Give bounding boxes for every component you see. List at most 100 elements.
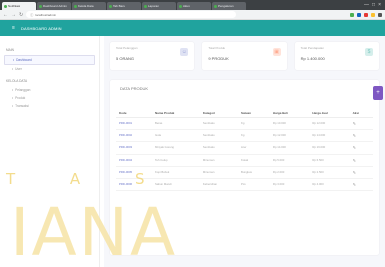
table-cell: Minyak Goreng bbox=[152, 141, 200, 155]
table-cell: Bungkus bbox=[238, 166, 270, 180]
sidebar-section-title: Kelola Data bbox=[6, 79, 28, 83]
extension-icon[interactable] bbox=[357, 12, 361, 17]
table-cell: Kg bbox=[238, 129, 270, 143]
extension-icon[interactable] bbox=[350, 12, 354, 17]
table-cell: Kopi Bubuk bbox=[152, 166, 200, 180]
browser-tab-label: Dashboard Admin bbox=[43, 4, 67, 8]
menu-icon[interactable] bbox=[378, 12, 382, 17]
favicon-icon bbox=[109, 4, 112, 8]
column-header: Nama Produk bbox=[152, 109, 200, 118]
browser-tab[interactable]: Notifikasi bbox=[2, 2, 36, 10]
table-cell: PRD-0003 bbox=[116, 141, 153, 155]
column-header: Kategori bbox=[199, 109, 238, 118]
table-row: PRD-0002 Gula Sembako Kg Rp 12.000 Rp 14.000 ✎ bbox=[116, 129, 373, 143]
sidebar-item-pelanggan[interactable]: • Pelanggan bbox=[4, 86, 95, 94]
edit-icon[interactable]: ✎ bbox=[349, 129, 373, 143]
stat-card: Total Pelanggan 5 ORANG ☺ bbox=[110, 42, 195, 70]
table-row: PRD-0005 Kopi Bubuk Minuman Bungkus Rp 2.000… bbox=[116, 166, 373, 180]
close-icon[interactable]: × bbox=[378, 2, 381, 8]
column-header: Satuan bbox=[238, 109, 270, 118]
app-header: ≡ DASHBOARD ADMIN bbox=[0, 20, 385, 36]
money-icon: $ bbox=[364, 48, 373, 56]
panel-title: DATA PRODUK bbox=[120, 86, 149, 91]
browser-tab-label: Pengaturan bbox=[218, 4, 234, 8]
bullet-icon: • bbox=[13, 58, 15, 62]
table-cell: Sembako bbox=[199, 129, 238, 143]
table-cell: Rp 14.000 bbox=[269, 141, 310, 155]
table-cell: Gula bbox=[152, 129, 200, 143]
table-cell: Rp 12.000 bbox=[269, 129, 310, 143]
browser-tab[interactable]: Pengaturan bbox=[212, 2, 246, 10]
maximize-icon[interactable]: □ bbox=[372, 2, 375, 8]
extension-icon[interactable] bbox=[364, 12, 368, 17]
browser-tab-label: Laporan bbox=[148, 4, 160, 8]
browser-tab[interactable]: Tab Baru bbox=[107, 2, 141, 10]
stat-card-value: 5 ORANG bbox=[116, 56, 135, 61]
forward-icon[interactable]: → bbox=[11, 12, 16, 18]
sidebar-item-label: User bbox=[15, 67, 22, 71]
stat-card: Total Produk 9 PRODUK ▣ bbox=[202, 42, 287, 70]
sidebar-item-transaksi[interactable]: • Transaksi bbox=[4, 102, 95, 110]
url-text: localhost/admin bbox=[35, 12, 57, 17]
table-row: PRD-0006 Sabun Mandi Kebersihan Pcs Rp 3.000… bbox=[116, 178, 373, 192]
sidebar: Main • Dashboard • User Kelola Data • Pelanggan… bbox=[0, 36, 100, 267]
reload-icon[interactable]: ↻ bbox=[19, 12, 23, 18]
back-icon[interactable]: ← bbox=[3, 12, 8, 18]
product-table: Kode Nama Produk Kategori Satuan Harga Beli H… bbox=[116, 109, 373, 192]
sidebar-item-label: Produk bbox=[15, 96, 26, 100]
edit-icon[interactable]: ✎ bbox=[349, 141, 373, 155]
table-cell: Liter bbox=[238, 141, 270, 155]
sidebar-item-label: Transaksi bbox=[15, 104, 29, 108]
table-cell: Pcs bbox=[238, 178, 270, 192]
table-cell: Kg bbox=[238, 117, 270, 131]
table-cell: PRD-0006 bbox=[116, 178, 153, 192]
table-cell: Rp 6.500 bbox=[309, 154, 350, 167]
hamburger-icon[interactable]: ≡ bbox=[12, 25, 15, 31]
bullet-icon: • bbox=[12, 88, 14, 92]
table-row: PRD-0004 Teh Celup Minuman Kotak Rp 5.000 Rp … bbox=[116, 154, 373, 167]
table-cell: Rp 14.000 bbox=[309, 129, 350, 143]
table-cell: Rp 16.000 bbox=[309, 141, 350, 155]
table-cell: PRD-0005 bbox=[116, 166, 153, 180]
table-cell: Sembako bbox=[199, 117, 238, 131]
edit-icon[interactable]: ✎ bbox=[349, 117, 373, 131]
minimize-icon[interactable]: — bbox=[364, 2, 369, 8]
browser-tab[interactable]: Laporan bbox=[142, 2, 176, 10]
sidebar-item-user[interactable]: • User bbox=[4, 65, 95, 73]
table-cell: Teh Celup bbox=[152, 154, 200, 167]
stat-card-label: Total Pendapatan bbox=[300, 46, 325, 50]
browser-tab[interactable]: Akun bbox=[177, 2, 211, 10]
window-controls: — □ × bbox=[360, 2, 385, 8]
browser-tab-label: Akun bbox=[183, 4, 190, 8]
box-icon: ▣ bbox=[272, 48, 281, 56]
sidebar-item-label: Pelanggan bbox=[15, 88, 31, 92]
sidebar-item-label: Dashboard bbox=[16, 58, 32, 62]
stat-card-label: Total Pelanggan bbox=[116, 46, 138, 50]
sidebar-item-dashboard[interactable]: • Dashboard bbox=[4, 55, 95, 65]
add-product-button[interactable]: + bbox=[373, 86, 383, 100]
sidebar-item-produk[interactable]: • Produk bbox=[4, 94, 95, 102]
favicon-icon bbox=[214, 4, 217, 8]
table-row: PRD-0001 Beras Sembako Kg Rp 10.000 Rp 12.000… bbox=[116, 117, 373, 131]
stat-card-value: Rp 1.400.000 bbox=[300, 56, 325, 61]
stat-card-label: Total Produk bbox=[208, 46, 226, 50]
table-cell: Rp 5.000 bbox=[269, 154, 310, 167]
column-header: Harga Beli bbox=[269, 109, 310, 118]
table-cell: Rp 12.000 bbox=[309, 117, 350, 131]
table-body: PRD-0001 Beras Sembako Kg Rp 10.000 Rp 12.000… bbox=[116, 117, 373, 192]
favicon-icon bbox=[144, 4, 147, 8]
favicon-icon bbox=[74, 4, 77, 8]
browser-tab[interactable]: Dashboard Admin bbox=[37, 2, 71, 10]
edit-icon[interactable]: ✎ bbox=[349, 154, 373, 167]
edit-icon[interactable]: ✎ bbox=[349, 166, 373, 180]
table-cell: Sembako bbox=[199, 141, 238, 155]
extension-icon[interactable] bbox=[371, 12, 375, 17]
browser-tab[interactable]: Kelola Data bbox=[72, 2, 106, 10]
column-header: Harga Jual bbox=[309, 109, 350, 118]
edit-icon[interactable]: ✎ bbox=[349, 178, 373, 192]
browser-tab-label: Tab Baru bbox=[113, 4, 126, 8]
bullet-icon: • bbox=[12, 104, 14, 108]
url-input[interactable]: ⓘ localhost/admin bbox=[26, 11, 237, 18]
main-content: Total Pelanggan 5 ORANG ☺ Total Produk 9 PRO… bbox=[104, 36, 385, 267]
table-cell: Minuman bbox=[199, 154, 238, 167]
